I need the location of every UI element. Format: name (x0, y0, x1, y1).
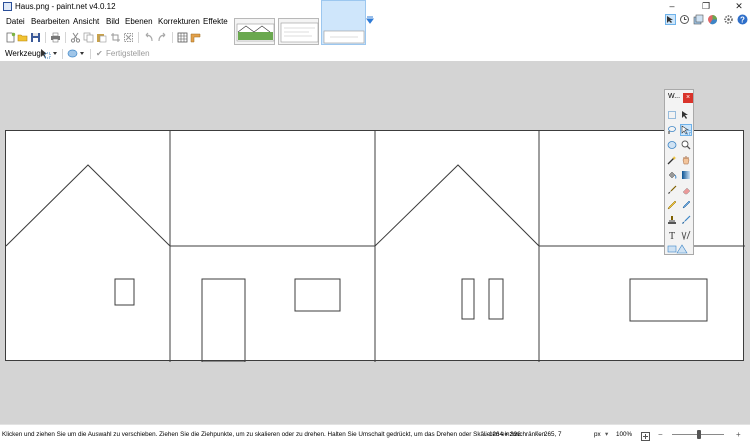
menu-korrekturen[interactable]: Korrekturen (158, 14, 200, 29)
print-icon[interactable] (50, 32, 61, 43)
unit-selector[interactable]: px (594, 425, 601, 443)
move-selected-pixels-icon[interactable] (680, 109, 692, 121)
tools-window: W... × T (664, 89, 694, 255)
paste-icon[interactable] (96, 32, 107, 43)
color-picker-icon[interactable] (680, 199, 692, 211)
deselect-icon[interactable] (123, 32, 134, 43)
close-button[interactable]: ✕ (729, 0, 749, 13)
pan-icon[interactable] (680, 154, 692, 166)
cut-icon[interactable] (70, 32, 81, 43)
menu-bild[interactable]: Bild (106, 14, 119, 29)
house-drawing (5, 131, 745, 363)
zoom-level-text[interactable]: 100% (616, 425, 632, 443)
paintbrush-icon[interactable] (666, 184, 678, 196)
copy-icon[interactable] (83, 32, 94, 43)
status-hint-text: Klicken und ziehen Sie um die Auswahl zu… (2, 431, 547, 438)
tool-selector-dropdown[interactable] (40, 48, 60, 59)
eraser-icon[interactable] (680, 184, 692, 196)
shapes-icon[interactable] (666, 243, 692, 255)
tools-window-title: W... (668, 93, 681, 100)
toolbar-separator (45, 32, 46, 43)
checkmark-icon: ✔ (96, 49, 103, 58)
line-curve-icon[interactable] (680, 229, 692, 241)
tool-settings-bar: Werkzeug: ✔ Fertigstellen (0, 46, 750, 61)
menu-datei[interactable]: Datei (6, 14, 25, 29)
text-icon[interactable]: T (666, 229, 678, 242)
image-size-icon: ⤡ (481, 431, 487, 438)
paint-bucket-icon[interactable] (666, 169, 678, 181)
toolbar-separator (172, 32, 173, 43)
settings-separator (62, 49, 63, 59)
layers-window-toggle-icon[interactable] (693, 14, 704, 25)
zoom-slider-thumb[interactable] (697, 430, 701, 439)
ruler-icon[interactable] (190, 32, 201, 43)
new-file-icon[interactable] (5, 32, 16, 43)
history-window-toggle-icon[interactable] (679, 14, 690, 25)
open-file-icon[interactable] (17, 32, 28, 43)
crop-icon[interactable] (110, 32, 121, 43)
ellipse-select-icon[interactable] (666, 139, 678, 151)
maximize-button[interactable]: ❐ (696, 0, 716, 13)
recolor-icon[interactable] (680, 214, 692, 226)
grid-icon[interactable] (177, 32, 188, 43)
colors-window-toggle-icon[interactable] (707, 14, 718, 25)
selection-mode-dropdown[interactable] (67, 48, 87, 59)
magic-wand-icon[interactable] (666, 154, 678, 166)
title-bar: Haus.png - paint.net v4.0.12 – ❐ ✕ (0, 0, 750, 13)
clone-stamp-icon[interactable] (666, 214, 678, 226)
toolbar-separator (138, 32, 139, 43)
status-bar: Klicken und ziehen Sie um die Auswahl zu… (0, 424, 750, 443)
rectangle-select-icon[interactable] (666, 109, 678, 121)
menu-effekte[interactable]: Effekte (203, 14, 228, 29)
tools-window-close-button[interactable]: × (683, 93, 693, 103)
tools-window-toggle-icon[interactable] (665, 14, 676, 25)
pencil-icon[interactable] (666, 199, 678, 211)
zoom-icon[interactable] (680, 139, 692, 151)
zoom-in-icon[interactable]: + (736, 425, 741, 443)
redo-icon[interactable] (157, 32, 168, 43)
menu-ebenen[interactable]: Ebenen (125, 14, 153, 29)
cursor-position-icon: ⤡ (536, 431, 542, 438)
undo-icon[interactable] (143, 32, 154, 43)
lasso-select-icon[interactable] (666, 124, 678, 136)
settings-icon[interactable] (723, 14, 734, 25)
window-title: Haus.png - paint.net v4.0.12 (15, 2, 116, 11)
image-canvas[interactable] (5, 130, 745, 363)
svg-text:?: ? (740, 15, 745, 24)
canvas-area: W... × T (0, 61, 750, 424)
help-icon[interactable]: ? (737, 14, 748, 25)
paintnet-app-icon (3, 2, 12, 11)
settings-separator (90, 49, 91, 59)
zoom-out-icon[interactable]: − (658, 425, 663, 443)
unit-dropdown-icon[interactable]: ▾ (605, 425, 608, 443)
menu-ansicht[interactable]: Ansicht (73, 14, 99, 29)
image-size-text: 1264 × 396 (489, 431, 521, 438)
tabs-dropdown-icon[interactable] (366, 16, 374, 24)
toolbar-separator (65, 32, 66, 43)
svg-text:T: T (669, 231, 675, 240)
menu-bearbeiten[interactable]: Bearbeiten (31, 14, 70, 29)
main-toolbar (0, 29, 750, 46)
move-selection-icon[interactable] (680, 124, 692, 136)
gradient-icon[interactable] (680, 169, 692, 181)
tool-label: Werkzeug: (5, 49, 44, 58)
minimize-button[interactable]: – (662, 0, 682, 13)
zoom-to-window-icon[interactable] (641, 430, 650, 441)
finish-button[interactable]: Fertigstellen (106, 46, 150, 61)
save-icon[interactable] (30, 32, 41, 43)
cursor-position-text: 265, 7 (544, 431, 562, 438)
